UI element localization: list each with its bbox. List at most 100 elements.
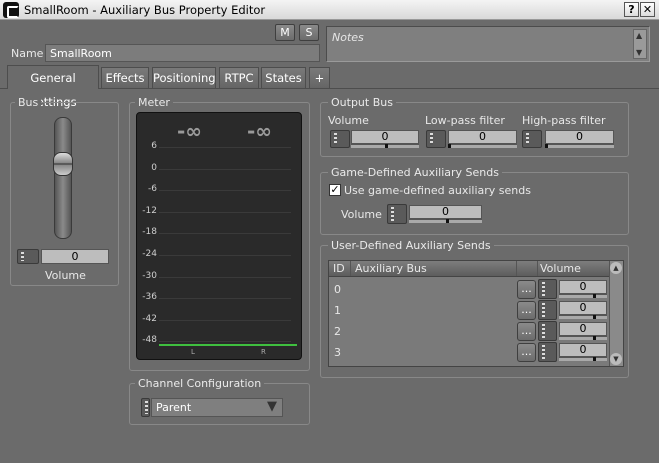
channel-config-value: Parent	[156, 401, 192, 414]
output-volume-value[interactable]: 0	[351, 130, 419, 144]
tab-add[interactable]: +	[309, 67, 330, 88]
browse-aux-bus-button[interactable]: ...	[517, 343, 536, 362]
send-volume-value[interactable]: 0	[559, 280, 607, 294]
tab-states[interactable]: States	[261, 67, 306, 88]
send-volume-rtpc-icon[interactable]	[538, 342, 557, 362]
meter-floor-line	[159, 344, 297, 346]
highpass-slider[interactable]	[545, 144, 614, 148]
meter-display: -∞ -∞ 6 0 -6 -12 -18 -24 -30 -36 -42 -48 L R	[136, 112, 302, 360]
send-volume-rtpc-icon[interactable]	[538, 300, 557, 320]
table-row[interactable]: 2... 0	[329, 321, 609, 342]
solo-button[interactable]: S	[299, 24, 319, 41]
meter-grid-line	[159, 341, 291, 343]
meter-left-channel-label: L	[191, 348, 195, 356]
browse-aux-bus-button[interactable]: ...	[517, 322, 536, 341]
send-volume-value[interactable]: 0	[559, 343, 607, 357]
row-id: 1	[334, 304, 341, 317]
tab-rtpc[interactable]: RTPC	[219, 67, 259, 88]
column-divider	[537, 261, 538, 276]
meter-grid-line	[159, 233, 291, 235]
scroll-down-icon[interactable]: ▼	[610, 353, 622, 365]
send-volume-slider[interactable]	[559, 357, 607, 361]
col-aux-bus-header[interactable]: Auxiliary Bus	[355, 262, 427, 275]
send-volume-value[interactable]: 0	[559, 322, 607, 336]
meter-tick-label: -48	[142, 335, 157, 346]
table-row[interactable]: 3... 0	[329, 342, 609, 363]
meter-right-peak: -∞	[247, 119, 272, 143]
meter-tick-label: -18	[142, 227, 157, 238]
send-volume-value[interactable]: 0	[559, 301, 607, 315]
scroll-up-icon[interactable]: ▲	[610, 262, 622, 274]
col-id-header[interactable]: ID	[333, 262, 345, 275]
close-button[interactable]: ✕	[640, 2, 655, 17]
output-volume-label: Volume	[328, 114, 369, 127]
notes-field[interactable]: Notes ▲ ▼	[326, 26, 650, 62]
channel-config-title: Channel Configuration	[135, 377, 265, 390]
send-volume-slider[interactable]	[559, 294, 607, 298]
game-sends-rtpc-icon[interactable]	[387, 204, 407, 224]
table-row[interactable]: 1... 0	[329, 300, 609, 321]
mute-button[interactable]: M	[275, 24, 295, 41]
notes-scrollbar[interactable]: ▲ ▼	[633, 29, 647, 59]
meter-grid-line	[159, 298, 291, 300]
tab-effects[interactable]: Effects	[101, 67, 149, 88]
meter-grid-line	[159, 211, 291, 213]
send-volume-slider[interactable]	[559, 336, 607, 340]
meter-right-channel-label: R	[261, 348, 266, 356]
lowpass-value[interactable]: 0	[448, 130, 517, 144]
meter-grid-line	[159, 319, 291, 321]
output-volume-slider[interactable]	[351, 144, 419, 148]
row-id: 0	[334, 283, 341, 296]
send-volume-slider[interactable]	[559, 315, 607, 319]
column-divider	[350, 261, 351, 276]
title-bar[interactable]: SmallRoom - Auxiliary Bus Property Edito…	[0, 0, 659, 20]
highpass-rtpc-icon[interactable]	[522, 130, 542, 148]
output-volume-rtpc-icon[interactable]	[330, 130, 350, 148]
meter-tick-label: -24	[142, 249, 157, 259]
game-sends-title: Game-Defined Auxiliary Sends	[328, 166, 502, 179]
scroll-down-icon[interactable]: ▼	[636, 48, 642, 57]
table-scrollbar[interactable]: ▲ ▼	[609, 261, 623, 366]
app-icon	[3, 2, 19, 18]
meter-tick-label: -12	[142, 205, 157, 216]
meter-grid-line	[159, 168, 291, 170]
tab-positioning[interactable]: Positioning	[152, 67, 216, 88]
table-row[interactable]: 0... 0	[329, 279, 609, 300]
output-bus-title: Output Bus	[328, 96, 396, 109]
bus-volume-fader-track[interactable]	[54, 117, 72, 239]
chevron-down-icon[interactable]: ▼	[267, 399, 277, 414]
bus-volume-value[interactable]: 0	[41, 249, 109, 264]
browse-aux-bus-button[interactable]: ...	[517, 301, 536, 320]
row-id: 2	[334, 325, 341, 338]
col-volume-header[interactable]: Volume	[540, 262, 581, 275]
scroll-up-icon[interactable]: ▲	[636, 31, 642, 40]
use-game-sends-checkbox[interactable]: ✓	[329, 184, 341, 196]
bus-volume-rtpc-icon[interactable]	[17, 249, 39, 264]
help-button[interactable]: ?	[624, 2, 639, 17]
game-sends-group	[320, 172, 629, 235]
meter-grid-line	[159, 190, 291, 192]
channel-config-rtpc-icon[interactable]	[141, 398, 150, 417]
meter-group-title: Meter	[135, 96, 173, 109]
highpass-value[interactable]: 0	[545, 130, 614, 144]
bus-volume-fader-knob[interactable]	[53, 152, 73, 176]
user-sends-table: ID Auxiliary Bus Volume 0... 0 1... 0 2... 0 3…	[328, 260, 624, 367]
send-volume-rtpc-icon[interactable]	[538, 321, 557, 341]
game-sends-volume-value[interactable]: 0	[409, 205, 482, 219]
browse-aux-bus-button[interactable]: ...	[517, 280, 536, 299]
tab-general-settings[interactable]: General Settings	[7, 65, 99, 109]
lowpass-slider[interactable]	[448, 144, 517, 148]
meter-tick-label: -30	[142, 270, 157, 281]
send-volume-rtpc-icon[interactable]	[538, 279, 557, 299]
column-divider	[516, 261, 517, 276]
table-header: ID Auxiliary Bus Volume	[329, 261, 623, 277]
name-input[interactable]: SmallRoom	[45, 44, 320, 62]
lowpass-label: Low-pass filter	[425, 114, 505, 127]
row-id: 3	[334, 346, 341, 359]
window-title: SmallRoom - Auxiliary Bus Property Edito…	[24, 3, 266, 17]
game-sends-volume-slider[interactable]	[409, 219, 482, 223]
meter-grid-line	[159, 255, 291, 256]
lowpass-rtpc-icon[interactable]	[426, 130, 446, 148]
meter-left-peak: -∞	[177, 119, 202, 143]
channel-config-dropdown[interactable]: Parent ▼	[151, 398, 283, 417]
